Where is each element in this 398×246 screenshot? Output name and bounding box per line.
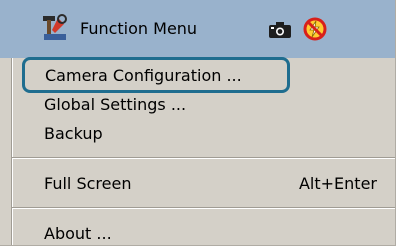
menu-title: Function Menu: [80, 19, 198, 38]
menu-item-label: Full Screen: [44, 173, 132, 193]
menu-separator: [12, 157, 395, 159]
menu-separator: [12, 207, 395, 209]
menu-left-strip: [0, 58, 13, 245]
menu-item-label: Backup: [44, 123, 103, 143]
menu-item-label: About ...: [44, 223, 112, 243]
menu-item-label: Camera Configuration ...: [45, 65, 242, 85]
camera-icon[interactable]: [268, 21, 292, 39]
menu-header: Function Menu: [0, 0, 395, 58]
menu-item-about[interactable]: About ...: [20, 218, 391, 245]
tools-icon: [43, 14, 67, 40]
menu-item-label: Global Settings ...: [44, 94, 187, 114]
menu-item-shortcut: Alt+Enter: [298, 173, 377, 193]
flash-off-icon[interactable]: [302, 16, 328, 42]
menu-item-backup[interactable]: Backup: [20, 118, 391, 148]
function-menu-window: Function Menu Camera Configuration ... G…: [0, 0, 396, 246]
menu-item-global-settings[interactable]: Global Settings ...: [20, 89, 391, 119]
menu-item-full-screen[interactable]: Full Screen Alt+Enter: [20, 168, 391, 198]
menu-item-camera-configuration[interactable]: Camera Configuration ...: [22, 57, 290, 93]
